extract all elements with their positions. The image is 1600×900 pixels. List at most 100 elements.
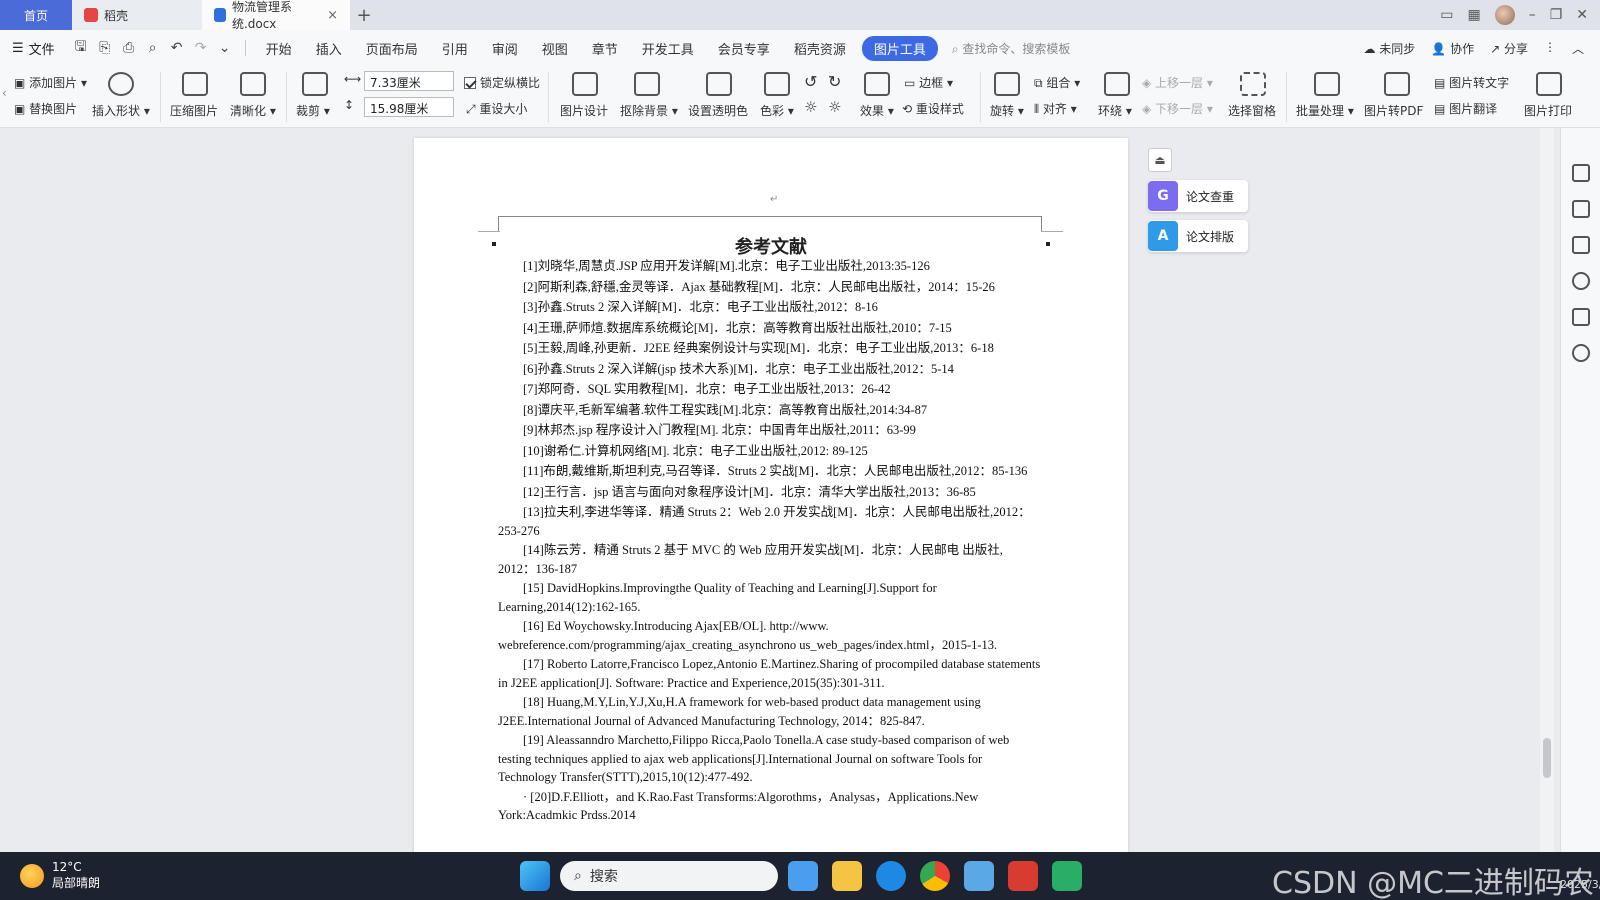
menu-item-references[interactable]: 引用 bbox=[430, 39, 480, 58]
share-button[interactable]: ↗ 分享 bbox=[1490, 40, 1528, 57]
collab-button[interactable]: 👤 协作 bbox=[1431, 40, 1474, 57]
store-icon[interactable] bbox=[788, 861, 818, 891]
wrap-button[interactable]: 环绕 ▾ bbox=[1098, 102, 1132, 119]
tab-home[interactable]: 首页 bbox=[0, 0, 72, 30]
menu-item-insert[interactable]: 插入 bbox=[304, 39, 354, 58]
more-icon[interactable]: ⋮ bbox=[1544, 40, 1556, 57]
command-search[interactable]: ⌕ 查找命令、搜索模板 bbox=[952, 40, 1071, 57]
menu-item-resources[interactable]: 稻壳资源 bbox=[782, 39, 858, 58]
menu-item-review[interactable]: 审阅 bbox=[480, 39, 530, 58]
new-tab-button[interactable]: + bbox=[350, 0, 378, 30]
settings-sliders-icon[interactable] bbox=[1572, 236, 1590, 254]
replace-image-button[interactable]: ▣ 替换图片 bbox=[14, 100, 77, 117]
tab-document[interactable]: 物流管理系统.docx × bbox=[202, 0, 350, 31]
brightness-down-icon[interactable]: ☼ bbox=[828, 98, 841, 116]
menu-item-member[interactable]: 会员专享 bbox=[706, 39, 782, 58]
reference-item: [1]刘晓华,周慧贞.JSP 应用开发详解[M].北京：电子工业出版社,2013… bbox=[523, 259, 930, 273]
reference-item: [12]王行言．jsp 语言与面向对象程序设计[M]．北京：清华大学出版社,20… bbox=[523, 484, 976, 499]
border-button[interactable]: ▭ 边框 ▾ bbox=[904, 74, 953, 91]
height-input[interactable]: 15.98厘米 bbox=[364, 97, 454, 117]
help-icon[interactable] bbox=[1572, 272, 1590, 290]
menu-item-layout[interactable]: 页面布局 bbox=[354, 39, 430, 58]
batch-process-button[interactable]: 批量处理 ▾ bbox=[1296, 102, 1354, 119]
insert-shape-button[interactable]: 插入形状 ▾ bbox=[92, 102, 150, 119]
redo-icon[interactable]: ↷ bbox=[189, 40, 213, 56]
to-text-button[interactable]: ▤ 图片转文字 bbox=[1434, 74, 1509, 91]
rotate-right-icon[interactable]: ↻ bbox=[828, 72, 841, 91]
menu-item-devtools[interactable]: 开发工具 bbox=[630, 39, 706, 58]
pen-icon[interactable] bbox=[1572, 164, 1590, 182]
reset-size-button[interactable]: ⤢ 重设大小 bbox=[466, 100, 527, 117]
paper-check-label: 论文查重 bbox=[1186, 189, 1235, 204]
avatar[interactable] bbox=[1494, 5, 1515, 25]
chevron-down-icon[interactable]: ⌄ bbox=[213, 40, 237, 56]
transparent-color-button[interactable]: 设置透明色 bbox=[688, 102, 748, 119]
document-page[interactable]: ↵ 参考文献 [1]刘晓华,周慧贞.JSP 应用开发详解[M].北京：电子工业出… bbox=[414, 138, 1128, 858]
crop-button[interactable]: 裁剪 ▾ bbox=[296, 102, 330, 119]
close-tab-icon[interactable]: × bbox=[327, 8, 338, 23]
file-menu-label: 文件 bbox=[28, 42, 55, 58]
width-input[interactable]: 7.33厘米 bbox=[364, 71, 454, 91]
layout-icon[interactable]: ▭ bbox=[1440, 7, 1453, 23]
sharpen-label: 清晰化 bbox=[230, 104, 267, 118]
rotate-left-icon[interactable]: ↺ bbox=[804, 72, 817, 91]
compass-icon[interactable] bbox=[1572, 344, 1590, 362]
image-icon[interactable] bbox=[1572, 308, 1590, 326]
remove-bg-button[interactable]: 抠除背景 ▾ bbox=[620, 102, 678, 119]
close-window-icon[interactable]: ✕ bbox=[1576, 7, 1588, 23]
bring-forward-button[interactable]: ◈ 上移一层 ▾ bbox=[1142, 74, 1213, 91]
weather-widget[interactable]: 12°C 局部晴朗 bbox=[20, 860, 100, 891]
preview-icon[interactable]: ⌕ bbox=[141, 40, 165, 56]
ribbon-scroll-left-icon[interactable]: ‹ bbox=[2, 86, 7, 100]
image-design-button[interactable]: 图片设计 bbox=[560, 102, 608, 119]
export-icon[interactable]: ⎘ bbox=[93, 40, 117, 56]
print-image-button[interactable]: 图片打印 bbox=[1524, 102, 1572, 119]
tab-daoke[interactable]: 稻壳 bbox=[72, 0, 202, 30]
add-image-button[interactable]: ▣ 添加图片 ▾ bbox=[14, 74, 87, 91]
restore-icon[interactable]: ❐ bbox=[1550, 7, 1563, 23]
vertical-scrollbar[interactable] bbox=[1540, 128, 1554, 852]
color-button[interactable]: 色彩 ▾ bbox=[760, 102, 794, 119]
brightness-up-icon[interactable]: ☼ bbox=[804, 98, 817, 116]
paper-format-button[interactable]: A 论文排版 bbox=[1148, 220, 1248, 252]
lock-ratio-checkbox[interactable]: 锁定纵横比 bbox=[464, 74, 540, 91]
reset-style-button[interactable]: ⟲ 重设样式 bbox=[902, 100, 964, 117]
wps-icon[interactable] bbox=[1008, 861, 1038, 891]
select-pane-button[interactable]: 选择窗格 bbox=[1228, 102, 1276, 119]
chrome-icon[interactable] bbox=[920, 861, 950, 891]
sharpen-button[interactable]: 清晰化 ▾ bbox=[230, 102, 276, 119]
sync-button[interactable]: ☁ 未同步 bbox=[1363, 40, 1415, 57]
edge-icon[interactable] bbox=[876, 861, 906, 891]
to-pdf-button[interactable]: 图片转PDF bbox=[1364, 102, 1423, 119]
taskbar-search[interactable]: ⌕ 搜索 bbox=[560, 861, 778, 891]
menu-item-chapter[interactable]: 章节 bbox=[580, 39, 630, 58]
pointer-icon[interactable] bbox=[1572, 200, 1590, 218]
align-button[interactable]: ⫴ 对齐 ▾ bbox=[1034, 100, 1077, 117]
file-explorer-icon[interactable] bbox=[832, 861, 862, 891]
file-menu-button[interactable]: ☰ 文件 bbox=[12, 39, 55, 58]
apps-grid-icon[interactable]: ▦ bbox=[1467, 7, 1480, 23]
collapse-panel-icon[interactable]: ⏏ bbox=[1148, 148, 1172, 172]
document-workspace: ↵ 参考文献 [1]刘晓华,周慧贞.JSP 应用开发详解[M].北京：电子工业出… bbox=[0, 128, 1600, 858]
collapse-ribbon-icon[interactable]: ︿ bbox=[1572, 40, 1584, 57]
rotate-button[interactable]: 旋转 ▾ bbox=[990, 102, 1024, 119]
wrap-label: 环绕 bbox=[1098, 104, 1123, 118]
paper-check-button[interactable]: G 论文查重 bbox=[1148, 180, 1248, 212]
minimize-icon[interactable]: – bbox=[1529, 7, 1536, 23]
undo-icon[interactable]: ↶ bbox=[165, 40, 189, 56]
group-button[interactable]: ⧉ 组合 ▾ bbox=[1034, 74, 1080, 91]
wechat-icon[interactable] bbox=[1052, 861, 1082, 891]
menu-item-start[interactable]: 开始 bbox=[254, 39, 304, 58]
send-backward-button[interactable]: ◈ 下移一层 ▾ bbox=[1142, 100, 1213, 117]
menu-item-picture-tools[interactable]: 图片工具 bbox=[861, 35, 938, 61]
share-label: 分享 bbox=[1503, 41, 1528, 56]
translate-button[interactable]: ▤ 图片翻译 bbox=[1434, 100, 1497, 117]
print-icon[interactable]: ⎙ bbox=[117, 40, 141, 56]
menu-item-view[interactable]: 视图 bbox=[530, 39, 580, 58]
save-icon[interactable]: 🖫 bbox=[69, 36, 93, 60]
compress-button[interactable]: 压缩图片 bbox=[170, 102, 218, 119]
scrollbar-thumb[interactable] bbox=[1543, 738, 1551, 778]
network-app-icon[interactable] bbox=[964, 861, 994, 891]
start-icon[interactable] bbox=[520, 861, 550, 891]
effect-button[interactable]: 效果 ▾ bbox=[860, 102, 894, 119]
